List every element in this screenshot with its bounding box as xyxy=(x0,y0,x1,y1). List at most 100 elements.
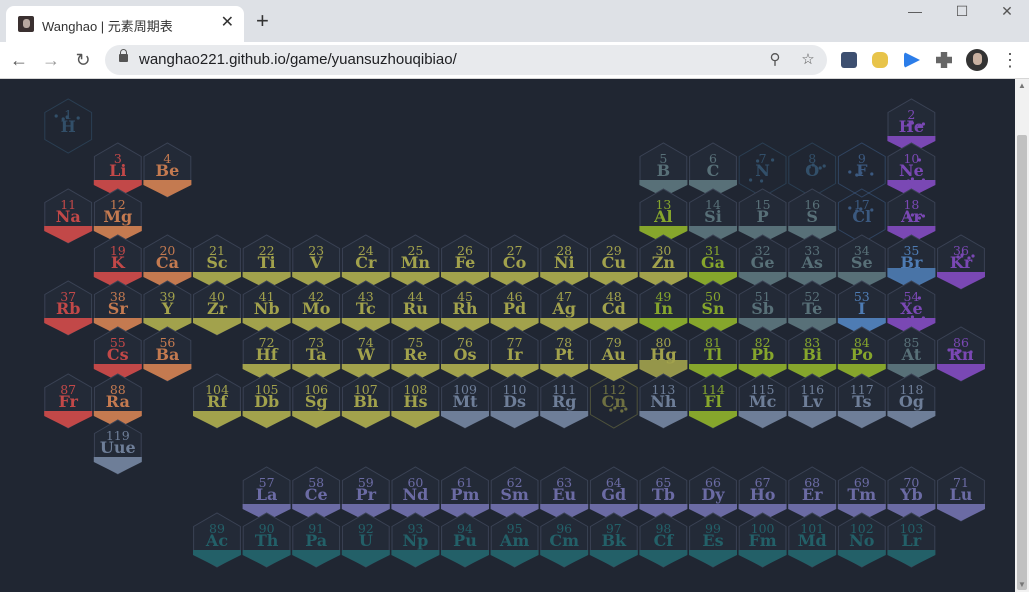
category-band xyxy=(193,318,241,335)
scroll-down-arrow-icon[interactable]: ▼ xyxy=(1018,580,1026,590)
element-cell-sg[interactable]: 106Sg xyxy=(292,373,341,429)
browser-menu-icon[interactable]: ⋮ xyxy=(1000,48,1020,72)
element-cell-os[interactable]: 76Os xyxy=(441,326,489,382)
element-cell-lr[interactable]: 103Lr xyxy=(887,512,936,568)
element-symbol: Lv xyxy=(802,392,823,411)
element-cell-ts[interactable]: 117Ts xyxy=(837,373,886,429)
element-cell-h[interactable]: 1H xyxy=(44,98,93,154)
element-cell-rb[interactable]: 37Rb xyxy=(44,280,93,336)
category-band xyxy=(738,550,787,567)
element-cell-cs[interactable]: 55Cs xyxy=(93,326,142,382)
element-cell-rf[interactable]: 104Rf xyxy=(193,373,241,429)
element-cell-rg[interactable]: 111Rg xyxy=(540,373,589,429)
extension-duck-icon[interactable] xyxy=(872,52,888,68)
element-cell-hf[interactable]: 72Hf xyxy=(242,326,291,382)
reload-icon[interactable]: ↻ xyxy=(71,48,95,72)
element-cell-ta[interactable]: 73Ta xyxy=(292,326,341,382)
element-cell-ds[interactable]: 110Ds xyxy=(490,373,539,429)
element-cell-at[interactable]: 85At xyxy=(887,326,936,382)
element-cell-ir[interactable]: 77Ir xyxy=(490,326,539,382)
new-tab-button[interactable]: + xyxy=(256,9,269,33)
element-cell-nh[interactable]: 113Nh xyxy=(639,373,688,429)
window-close-button[interactable]: ✕ xyxy=(984,0,1029,26)
element-cell-es[interactable]: 99Es xyxy=(689,512,737,568)
category-band xyxy=(837,411,886,428)
element-symbol: Er xyxy=(802,485,823,504)
particle-dot xyxy=(818,166,822,170)
element-cell-w[interactable]: 74W xyxy=(341,326,390,382)
vertical-scrollbar[interactable]: ▲ ▼ xyxy=(1015,79,1029,592)
element-cell-ac[interactable]: 89Ac xyxy=(193,512,241,568)
element-cell-pa[interactable]: 91Pa xyxy=(292,512,341,568)
scroll-up-arrow-icon[interactable]: ▲ xyxy=(1018,81,1026,91)
element-cell-mc[interactable]: 115Mc xyxy=(738,373,787,429)
extension-screen-icon[interactable] xyxy=(841,52,857,68)
forward-arrow-icon[interactable]: → xyxy=(39,48,63,72)
element-symbol: B xyxy=(657,161,671,180)
element-cell-fr[interactable]: 87Fr xyxy=(44,373,93,429)
back-arrow-icon[interactable]: ← xyxy=(7,48,31,72)
element-cell-re[interactable]: 75Re xyxy=(391,326,440,382)
element-cell-lv[interactable]: 116Lv xyxy=(788,373,837,429)
element-symbol: W xyxy=(356,345,376,364)
category-band xyxy=(193,550,241,567)
bookmark-star-icon[interactable]: ☆ xyxy=(798,50,818,70)
element-cell-pt[interactable]: 78Pt xyxy=(540,326,589,382)
element-cell-md[interactable]: 101Md xyxy=(788,512,837,568)
element-cell-hs[interactable]: 108Hs xyxy=(391,373,440,429)
url-text[interactable]: wanghao221.github.io/game/yuansuzhouqibi… xyxy=(139,51,457,68)
element-cell-og[interactable]: 118Og xyxy=(887,373,936,429)
element-cell-ba[interactable]: 56Ba xyxy=(143,326,192,382)
element-cell-u[interactable]: 92U xyxy=(341,512,390,568)
element-cell-bh[interactable]: 107Bh xyxy=(341,373,390,429)
category-band xyxy=(44,411,93,428)
extension-play-icon[interactable] xyxy=(904,52,920,68)
element-cell-rn[interactable]: 86Rn xyxy=(937,326,985,382)
maximize-button[interactable]: ☐ xyxy=(939,0,985,26)
element-symbol: Br xyxy=(900,253,923,272)
element-cell-am[interactable]: 95Am xyxy=(490,512,539,568)
element-symbol: Sn xyxy=(701,299,725,318)
element-cell-fm[interactable]: 100Fm xyxy=(738,512,787,568)
active-tab[interactable]: Wanghao | 元素周期表 ✕ xyxy=(6,6,244,42)
element-cell-cn[interactable]: 112Cn xyxy=(589,373,638,429)
element-cell-pu[interactable]: 94Pu xyxy=(441,512,489,568)
address-bar[interactable]: wanghao221.github.io/game/yuansuzhouqibi… xyxy=(105,45,827,75)
element-symbol: S xyxy=(806,207,818,226)
element-cell-na[interactable]: 11Na xyxy=(44,188,93,244)
element-cell-th[interactable]: 90Th xyxy=(242,512,291,568)
category-band xyxy=(93,457,142,474)
element-cell-hg[interactable]: 80Hg xyxy=(639,326,688,382)
element-cell-bk[interactable]: 97Bk xyxy=(589,512,638,568)
element-cell-kr[interactable]: 36Kr xyxy=(937,234,985,290)
element-cell-po[interactable]: 84Po xyxy=(837,326,886,382)
element-cell-uue[interactable]: 119Uue xyxy=(93,419,142,475)
element-symbol: Na xyxy=(56,207,81,226)
zoom-icon[interactable]: ⚲ xyxy=(765,50,785,70)
element-cell-cf[interactable]: 98Cf xyxy=(639,512,688,568)
element-cell-cm[interactable]: 96Cm xyxy=(540,512,589,568)
particle-dot xyxy=(848,206,852,210)
element-symbol: Sb xyxy=(751,299,774,318)
element-symbol: Hg xyxy=(650,345,676,364)
element-cell-mt[interactable]: 109Mt xyxy=(441,373,489,429)
element-cell-au[interactable]: 79Au xyxy=(589,326,638,382)
element-cell-be[interactable]: 4Be xyxy=(143,142,192,198)
tab-close-icon[interactable]: ✕ xyxy=(221,13,234,33)
element-cell-fl[interactable]: 114Fl xyxy=(689,373,737,429)
element-cell-np[interactable]: 93Np xyxy=(391,512,440,568)
element-cell-db[interactable]: 105Db xyxy=(242,373,291,429)
category-band xyxy=(788,411,837,428)
extensions-puzzle-icon[interactable] xyxy=(936,52,952,68)
element-cell-zr[interactable]: 40Zr xyxy=(193,280,241,336)
element-cell-no[interactable]: 102No xyxy=(837,512,886,568)
element-cell-lu[interactable]: 71Lu xyxy=(937,466,985,522)
minimize-button[interactable]: — xyxy=(892,0,938,26)
element-cell-bi[interactable]: 83Bi xyxy=(788,326,837,382)
scrollbar-thumb[interactable] xyxy=(1017,135,1027,590)
element-symbol: Tb xyxy=(652,485,675,504)
element-symbol: Zr xyxy=(207,299,228,318)
profile-avatar[interactable] xyxy=(966,49,988,71)
element-cell-pb[interactable]: 82Pb xyxy=(738,326,787,382)
element-cell-tl[interactable]: 81Tl xyxy=(689,326,737,382)
